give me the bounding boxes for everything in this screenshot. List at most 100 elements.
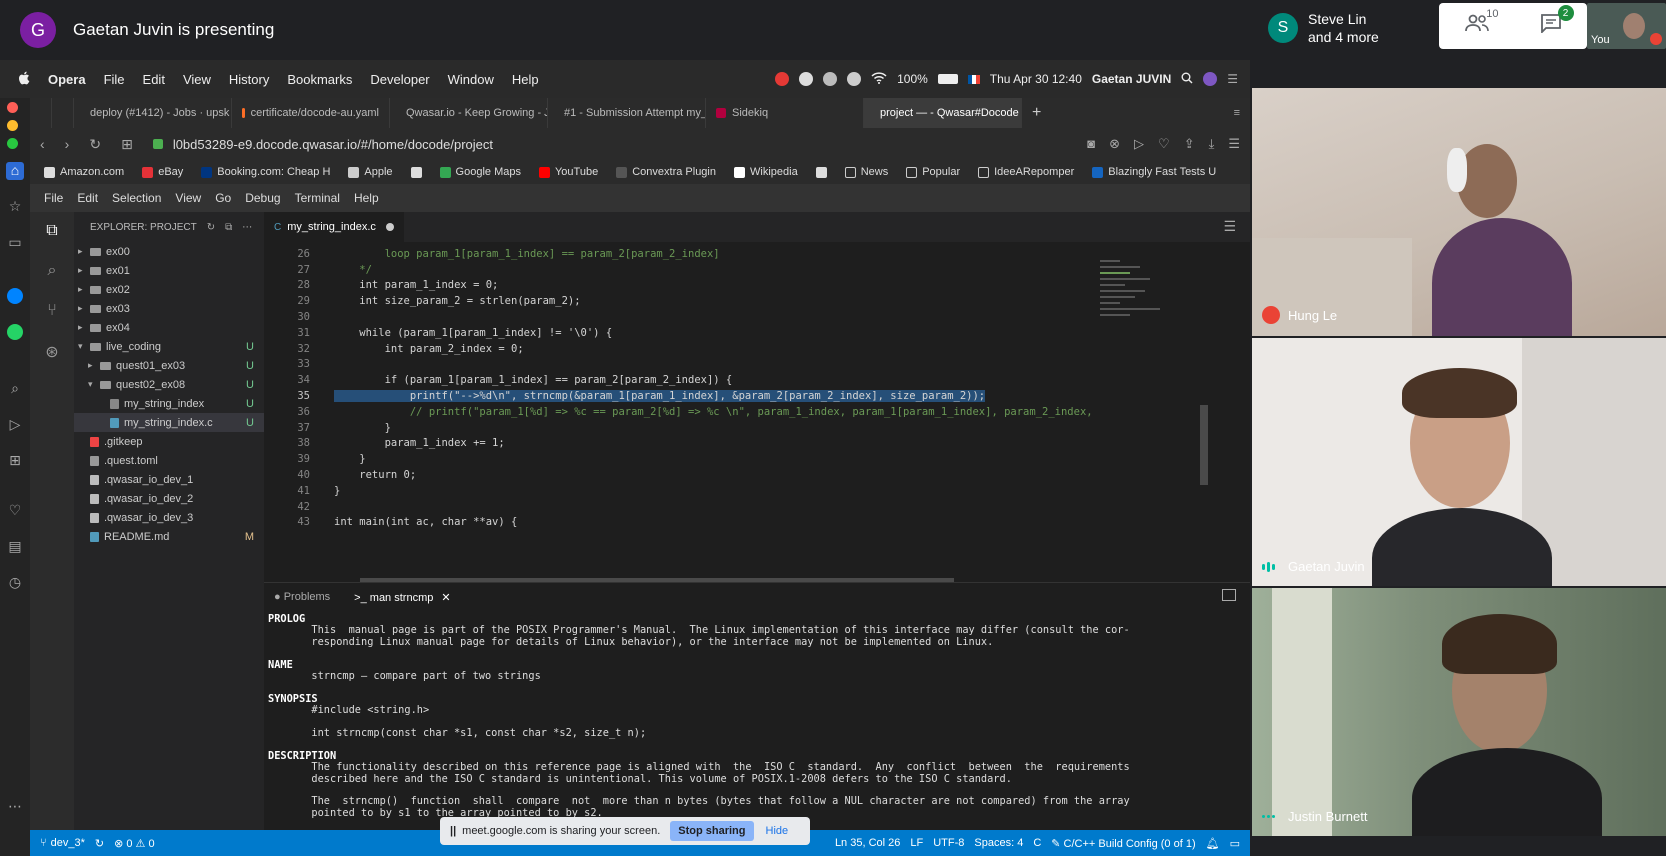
browser-tab[interactable]: deploy (#1412) - Jobs · upsk <box>74 98 232 128</box>
heart-outline-icon[interactable]: ♡ <box>1158 136 1170 152</box>
battery-level[interactable]: 100% <box>897 72 928 86</box>
apple-icon[interactable] <box>18 71 30 88</box>
chat-button[interactable]: 2 <box>1540 5 1574 39</box>
url-field[interactable]: l0bd53289-e9.docode.qwasar.io/#/home/doc… <box>173 137 493 152</box>
video-tile-justin-burnett[interactable]: Justin Burnett <box>1252 588 1666 836</box>
extensions-icon[interactable]: ⊞ <box>6 452 24 470</box>
cursor-position[interactable]: Ln 35, Col 26 <box>835 837 900 850</box>
self-video-tile[interactable]: You <box>1587 3 1666 49</box>
bell-icon[interactable]: 🔔︎ <box>1206 837 1220 850</box>
bookmark-folder[interactable] <box>410 166 422 178</box>
menu-app-name[interactable]: Opera <box>48 72 86 87</box>
tree-item[interactable]: ▸ ex01 <box>74 261 264 280</box>
bookmark[interactable]: Wikipedia <box>734 166 798 178</box>
tree-item[interactable]: ▸ ex04 <box>74 318 264 337</box>
tab-problems[interactable]: ● Problems <box>274 591 330 603</box>
search-icon[interactable] <box>1181 72 1193 87</box>
minimap[interactable] <box>1100 250 1190 350</box>
tree-item[interactable]: .qwasar_io_dev_1 <box>74 470 264 489</box>
tree-item[interactable]: ▾ live_coding U <box>74 337 264 356</box>
menu-window[interactable]: Window <box>448 72 494 87</box>
video-tile-gaetan-juvin[interactable]: Gaetan Juvin <box>1252 338 1666 586</box>
tray-record-icon[interactable] <box>775 72 790 86</box>
vs-menu-file[interactable]: File <box>44 191 63 205</box>
layout-icon[interactable]: ▭ <box>1230 837 1240 850</box>
participants-summary[interactable]: S Steve Lin and 4 more <box>1268 6 1438 50</box>
back-icon[interactable]: ‹ <box>40 136 45 152</box>
bookmark-folder[interactable]: IdeeARepomper <box>978 166 1074 178</box>
vs-menu-selection[interactable]: Selection <box>112 191 161 205</box>
block-icon[interactable]: ⊗ <box>1109 136 1120 152</box>
vs-menu-go[interactable]: Go <box>215 191 231 205</box>
easy-setup-icon[interactable]: ☰ <box>1228 136 1240 152</box>
siri-icon[interactable] <box>1203 72 1218 86</box>
browser-tab[interactable]: Sidekiq <box>706 98 864 128</box>
menu-view[interactable]: View <box>183 72 211 87</box>
hide-button[interactable]: Hide <box>766 825 789 837</box>
vs-menu-help[interactable]: Help <box>354 191 379 205</box>
bookmark[interactable]: Blazingly Fast Tests U <box>1092 166 1216 178</box>
tree-item[interactable]: ▸ ex02 <box>74 280 264 299</box>
tree-item[interactable]: .qwasar_io_dev_2 <box>74 489 264 508</box>
history-box-icon[interactable]: ▭ <box>6 234 24 252</box>
whatsapp-icon[interactable] <box>7 324 23 340</box>
control-center-icon[interactable]: ☰ <box>1227 72 1238 86</box>
tree-item[interactable]: my_string_index U <box>74 394 264 413</box>
star-icon[interactable]: ☆ <box>6 198 24 216</box>
files-icon[interactable]: ⧉ <box>42 222 62 242</box>
menu-developer[interactable]: Developer <box>370 72 429 87</box>
bookmark[interactable]: Amazon.com <box>44 166 124 178</box>
notes-icon[interactable]: ▤ <box>6 538 24 556</box>
vs-menu-terminal[interactable]: Terminal <box>295 191 340 205</box>
tree-item[interactable]: ▸ quest01_ex03 U <box>74 356 264 375</box>
more-actions-icon[interactable]: ⋯ <box>242 222 252 233</box>
code-editor[interactable]: 26 loop param_1[param_1_index] == param_… <box>264 242 1204 582</box>
menu-edit[interactable]: Edit <box>143 72 165 87</box>
forward-icon[interactable]: › <box>65 136 70 152</box>
editor-scrollbar[interactable] <box>1200 405 1208 485</box>
collapse-icon[interactable]: ⧉ <box>225 222 232 233</box>
home-icon[interactable]: ⌂ <box>6 162 24 180</box>
bookmark-folder[interactable]: News <box>844 166 888 178</box>
mail-tab[interactable] <box>30 98 52 128</box>
play-icon[interactable]: ▷ <box>1134 136 1144 152</box>
browser-tab-active[interactable]: project — - Qwasar#Docode <box>864 98 1022 128</box>
branch-name[interactable]: dev_3* <box>51 837 85 849</box>
vs-menu-edit[interactable]: Edit <box>77 191 98 205</box>
menu-file[interactable]: File <box>104 72 125 87</box>
source-control-icon[interactable]: ⑂ <box>42 302 62 322</box>
flag-icon[interactable] <box>967 74 980 84</box>
tree-item[interactable]: ▸ ex03 <box>74 299 264 318</box>
build-config[interactable]: ✎ C/C++ Build Config (0 of 1) <box>1051 837 1195 850</box>
search-sidebar-icon[interactable]: ⌕ <box>6 380 24 398</box>
bookmark-folder[interactable]: Popular <box>906 166 960 178</box>
encoding[interactable]: UTF-8 <box>933 837 964 850</box>
people-button[interactable]: 10 <box>1464 8 1499 38</box>
tree-item[interactable]: ▸ ex00 <box>74 242 264 261</box>
tree-item[interactable]: .qwasar_io_dev_3 <box>74 508 264 527</box>
search-activity-icon[interactable]: ⌕ <box>42 262 62 282</box>
menu-bookmarks[interactable]: Bookmarks <box>287 72 352 87</box>
bookmark[interactable]: Google Maps <box>439 166 521 178</box>
clock-icon[interactable]: ◷ <box>6 574 24 592</box>
window-close-button[interactable] <box>7 102 18 113</box>
send-icon[interactable]: ▷ <box>6 416 24 434</box>
new-tab-button[interactable]: + <box>1022 98 1051 128</box>
video-tile-hung-le[interactable]: Hung Le <box>1252 88 1666 336</box>
bookmark[interactable]: Convextra Plugin <box>616 166 716 178</box>
clock[interactable]: Thu Apr 30 12:40 <box>990 72 1082 86</box>
indentation[interactable]: Spaces: 4 <box>974 837 1023 850</box>
vs-menu-debug[interactable]: Debug <box>245 191 280 205</box>
tray-cloud-icon[interactable] <box>847 72 862 86</box>
window-minimize-button[interactable] <box>7 120 18 131</box>
bookmark[interactable]: YouTube <box>538 166 598 178</box>
tab-menu-icon[interactable]: ≡ <box>1234 107 1240 119</box>
browser-tab[interactable]: #1 - Submission Attempt my_ <box>548 98 706 128</box>
close-icon[interactable]: ✕ <box>441 592 450 604</box>
panel-layout-icon[interactable] <box>1222 589 1236 601</box>
language-mode[interactable]: C <box>1033 837 1041 850</box>
menu-help[interactable]: Help <box>512 72 539 87</box>
modified-dot-icon[interactable] <box>385 223 394 231</box>
bookmark[interactable]: Booking.com: Cheap H <box>201 166 330 178</box>
tree-item[interactable]: ▾ quest02_ex08 U <box>74 375 264 394</box>
